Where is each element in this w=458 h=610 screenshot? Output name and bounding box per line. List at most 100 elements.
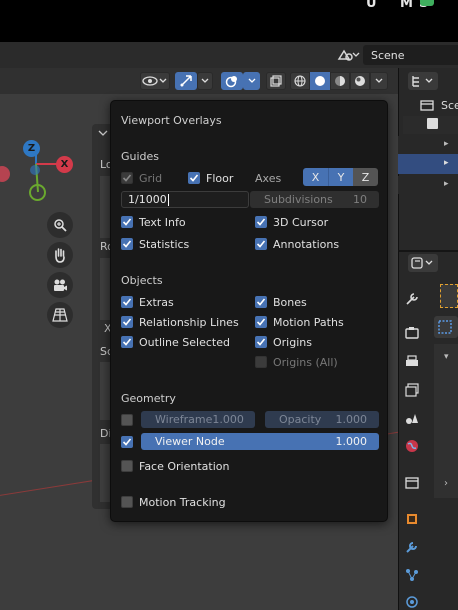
render-tab[interactable] bbox=[402, 323, 422, 343]
select-box-tool[interactable] bbox=[434, 316, 458, 338]
grid-label: Grid bbox=[139, 171, 163, 185]
eye-icon bbox=[142, 76, 167, 86]
scene-tab[interactable] bbox=[402, 408, 422, 428]
grid-scale-input[interactable]: 1/1000 bbox=[121, 191, 249, 208]
check-icon bbox=[121, 238, 133, 250]
collection-tab[interactable] bbox=[402, 473, 422, 493]
viewer-node-checkbox[interactable] bbox=[121, 434, 139, 450]
opacity-slider[interactable]: Opacity 1.000 bbox=[265, 411, 379, 428]
scene-collection-label[interactable]: Sce bbox=[441, 99, 458, 112]
modifiers-tab[interactable] bbox=[402, 537, 422, 557]
unchecked-box-icon bbox=[121, 496, 133, 508]
shading-wireframe[interactable] bbox=[290, 72, 310, 90]
outliner-row-collection[interactable] bbox=[403, 116, 458, 134]
object-tab[interactable] bbox=[402, 509, 422, 529]
text-info-label: Text Info bbox=[139, 215, 186, 229]
xray-icon bbox=[270, 75, 282, 87]
overlays-toggle[interactable] bbox=[221, 72, 243, 90]
check-icon bbox=[121, 436, 133, 448]
unchecked-box-icon bbox=[255, 356, 267, 368]
relationship-lines-checkbox[interactable]: Relationship Lines bbox=[121, 314, 239, 330]
wireframe-checkbox[interactable] bbox=[121, 412, 139, 428]
properties-content bbox=[434, 344, 458, 498]
collapse-chevron-icon[interactable]: › bbox=[444, 478, 448, 489]
viewer-node-label: Viewer Node bbox=[155, 435, 225, 448]
gizmo-neg-y-axis[interactable] bbox=[29, 184, 46, 201]
outliner-row-1[interactable]: ▸ bbox=[398, 136, 458, 154]
annotations-checkbox[interactable]: Annotations bbox=[255, 236, 339, 252]
annotations-label: Annotations bbox=[273, 237, 340, 251]
axis-z-toggle[interactable]: Z bbox=[353, 168, 378, 186]
collection-icon bbox=[427, 118, 438, 129]
camera-back-icon bbox=[405, 327, 419, 339]
grid-checkbox[interactable]: Grid bbox=[121, 170, 162, 186]
shading-solid[interactable] bbox=[310, 72, 330, 90]
outline-selected-checkbox[interactable]: Outline Selected bbox=[121, 334, 230, 350]
gizmo-x-axis[interactable]: X bbox=[56, 156, 73, 173]
physics-tab[interactable] bbox=[402, 592, 422, 610]
view-layer-tab[interactable] bbox=[402, 380, 422, 400]
select-tool-active[interactable] bbox=[440, 284, 458, 308]
scene-selector[interactable]: Scene bbox=[363, 45, 458, 65]
unchecked-box-icon bbox=[121, 460, 133, 472]
extras-checkbox[interactable]: Extras bbox=[121, 294, 174, 310]
origins-all-checkbox[interactable]: Origins (All) bbox=[255, 354, 338, 370]
world-tab[interactable] bbox=[402, 436, 422, 456]
menu-u[interactable]: U bbox=[366, 0, 377, 11]
shading-material[interactable] bbox=[330, 72, 350, 90]
gizmo-neg-z-axis[interactable] bbox=[30, 165, 40, 175]
motion-paths-checkbox[interactable]: Motion Paths bbox=[255, 314, 344, 330]
viewer-node-slider[interactable]: Viewer Node 1.000 bbox=[141, 433, 379, 450]
properties-editor-type[interactable] bbox=[408, 254, 438, 272]
perspective-button[interactable] bbox=[47, 302, 73, 328]
text-info-checkbox[interactable]: Text Info bbox=[121, 214, 186, 230]
scene-name: Scene bbox=[371, 48, 405, 62]
gizmo-z-axis[interactable]: Z bbox=[23, 140, 40, 157]
gizmo-toggle[interactable] bbox=[175, 72, 197, 90]
camera-button[interactable] bbox=[47, 272, 73, 298]
tool-tab[interactable] bbox=[402, 289, 422, 309]
outliner-row-2-selected[interactable]: ▸ bbox=[398, 154, 458, 174]
motion-tracking-checkbox[interactable]: Motion Tracking bbox=[121, 494, 226, 510]
gizmo-x-label: X bbox=[60, 159, 69, 170]
subdivisions-field[interactable]: Subdivisions 10 bbox=[250, 191, 379, 208]
wireframe-slider[interactable]: Wireframe 1.000 bbox=[141, 411, 255, 428]
floor-checkbox[interactable]: Floor bbox=[188, 170, 233, 186]
objects-heading: Objects bbox=[121, 274, 163, 287]
outliner-display-mode[interactable] bbox=[408, 72, 438, 90]
overlays-dropdown[interactable] bbox=[243, 72, 260, 90]
3d-cursor-checkbox[interactable]: 3D Cursor bbox=[255, 214, 328, 230]
axis-y-toggle[interactable]: Y bbox=[328, 168, 353, 186]
zoom-button[interactable] bbox=[47, 212, 73, 238]
origins-checkbox[interactable]: Origins bbox=[255, 334, 312, 350]
bones-checkbox[interactable]: Bones bbox=[255, 294, 307, 310]
statistics-checkbox[interactable]: Statistics bbox=[121, 236, 189, 252]
outliner-row-3[interactable]: ▸ bbox=[398, 176, 458, 194]
shading-rendered[interactable] bbox=[350, 72, 370, 90]
particles-tab[interactable] bbox=[402, 565, 422, 585]
subdivisions-value: 10 bbox=[353, 193, 367, 206]
axes-label: Axes bbox=[255, 172, 282, 185]
scene-type-icon[interactable] bbox=[334, 45, 362, 65]
visibility-dropdown[interactable] bbox=[140, 72, 170, 90]
shading-dropdown[interactable] bbox=[370, 72, 388, 90]
printer-icon bbox=[406, 355, 418, 366]
axis-y-label: Y bbox=[337, 170, 345, 184]
properties-icon bbox=[411, 257, 433, 269]
overlays-icon bbox=[225, 76, 237, 88]
world-globe-icon bbox=[406, 440, 418, 452]
face-orientation-checkbox[interactable]: Face Orientation bbox=[121, 458, 229, 474]
gizmo-dropdown[interactable] bbox=[197, 72, 213, 90]
collapse-chevron-icon[interactable] bbox=[98, 128, 108, 138]
gizmo-z-label: Z bbox=[27, 143, 36, 154]
solid-sphere-icon bbox=[315, 76, 325, 86]
menu-m[interactable]: M bbox=[400, 0, 413, 11]
geometry-heading: Geometry bbox=[121, 392, 176, 405]
axis-x-toggle[interactable]: X bbox=[303, 168, 328, 186]
expand-chevron-icon[interactable]: ▾ bbox=[444, 352, 449, 362]
output-tab[interactable] bbox=[402, 352, 422, 372]
check-icon bbox=[255, 238, 267, 250]
xray-toggle[interactable] bbox=[266, 72, 286, 90]
pan-button[interactable] bbox=[47, 242, 73, 268]
hand-icon bbox=[55, 248, 65, 263]
